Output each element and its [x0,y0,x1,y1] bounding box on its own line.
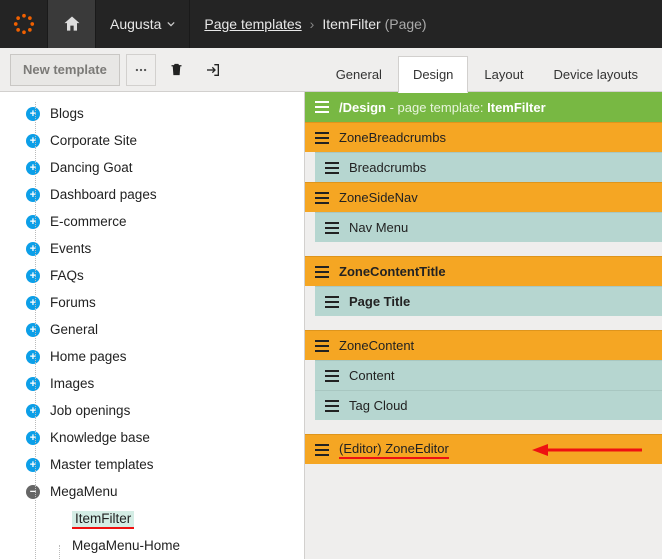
new-template-button[interactable]: New template [10,54,120,86]
expand-icon[interactable]: + [26,161,40,175]
tab-layout[interactable]: Layout [470,57,537,92]
tree-node-expanded[interactable]: −MegaMenu [0,478,304,505]
tree-pane: +Blogs +Corporate Site +Dancing Goat +Da… [0,92,305,559]
webpart-row[interactable]: Tag Cloud [315,390,662,420]
expand-icon[interactable]: + [26,107,40,121]
zone-row[interactable]: ZoneBreadcrumbs [305,122,662,152]
expand-icon[interactable]: + [26,215,40,229]
export-button[interactable] [198,54,228,86]
hamburger-icon[interactable] [325,296,339,308]
tab-strip: General Design Layout Device layouts [322,48,652,92]
top-bar: Augusta Page templates › ItemFilter (Pag… [0,0,662,48]
breadcrumb-current: ItemFilter (Page) [322,16,426,32]
hamburger-icon[interactable] [325,162,339,174]
expand-icon[interactable]: + [26,242,40,256]
zone-row[interactable]: ZoneContentTitle [305,256,662,286]
design-header[interactable]: /Design - page template: ItemFilter [305,92,662,122]
tree-node[interactable]: +General [0,316,304,343]
tree-node[interactable]: +Job openings [0,397,304,424]
tree-node[interactable]: +Corporate Site [0,127,304,154]
more-button[interactable] [126,54,156,86]
tab-device-layouts[interactable]: Device layouts [539,57,652,92]
tree-child-selected[interactable]: ItemFilter [0,505,304,532]
hamburger-icon[interactable] [315,266,329,278]
expand-icon[interactable]: + [26,404,40,418]
chevron-down-icon [167,20,175,28]
tree-guide-line-child [59,545,60,559]
breadcrumb-sep-icon: › [310,16,315,32]
zone-row[interactable]: ZoneContent [305,330,662,360]
hamburger-icon[interactable] [315,192,329,204]
expand-icon[interactable]: + [26,323,40,337]
design-panel: /Design - page template: ItemFilter Zone… [305,92,662,559]
hamburger-icon[interactable] [325,370,339,382]
app-logo-icon[interactable] [0,0,48,48]
tree-node[interactable]: +Blogs [0,100,304,127]
hamburger-icon[interactable] [315,132,329,144]
toolbar: New template General Design Layout Devic… [0,48,662,92]
hamburger-icon[interactable] [315,444,329,456]
expand-icon[interactable]: + [26,188,40,202]
design-header-text: /Design - page template: ItemFilter [339,100,546,115]
expand-icon[interactable]: + [26,350,40,364]
tree-guide-line [35,102,36,559]
main-split: +Blogs +Corporate Site +Dancing Goat +Da… [0,92,662,559]
tree-node[interactable]: +FAQs [0,262,304,289]
site-selector[interactable]: Augusta [96,0,190,48]
tree-node[interactable]: +Images [0,370,304,397]
webpart-row[interactable]: Page Title [315,286,662,316]
tree-node[interactable]: +Forums [0,289,304,316]
webpart-row[interactable]: Nav Menu [315,212,662,242]
delete-button[interactable] [162,54,192,86]
expand-icon[interactable]: + [26,296,40,310]
expand-icon[interactable]: + [26,269,40,283]
expand-icon[interactable]: + [26,431,40,445]
tree-node[interactable]: +Knowledge base [0,424,304,451]
tree-node[interactable]: +Events [0,235,304,262]
webpart-row[interactable]: Breadcrumbs [315,152,662,182]
expand-icon[interactable]: + [26,458,40,472]
breadcrumb: Page templates › ItemFilter (Page) [190,16,440,32]
hamburger-icon[interactable] [325,222,339,234]
tree-node[interactable]: +Home pages [0,343,304,370]
tab-design[interactable]: Design [398,56,468,93]
hamburger-icon[interactable] [325,400,339,412]
annotation-arrow-icon [532,441,642,462]
tree-node[interactable]: +Dashboard pages [0,181,304,208]
collapse-icon[interactable]: − [26,485,40,499]
tree-child[interactable]: MegaMenu-Home [0,532,304,559]
zone-row-highlighted[interactable]: (Editor) ZoneEditor [305,434,662,464]
zone-row[interactable]: ZoneSideNav [305,182,662,212]
webpart-row[interactable]: Content [315,360,662,390]
tree-node[interactable]: +Dancing Goat [0,154,304,181]
tab-general[interactable]: General [322,57,396,92]
breadcrumb-parent[interactable]: Page templates [204,16,301,32]
tree-node[interactable]: +E-commerce [0,208,304,235]
home-icon[interactable] [48,0,96,48]
site-name: Augusta [110,16,161,32]
tree-node[interactable]: +Master templates [0,451,304,478]
hamburger-icon[interactable] [315,340,329,352]
expand-icon[interactable]: + [26,377,40,391]
hamburger-icon[interactable] [315,101,329,113]
expand-icon[interactable]: + [26,134,40,148]
